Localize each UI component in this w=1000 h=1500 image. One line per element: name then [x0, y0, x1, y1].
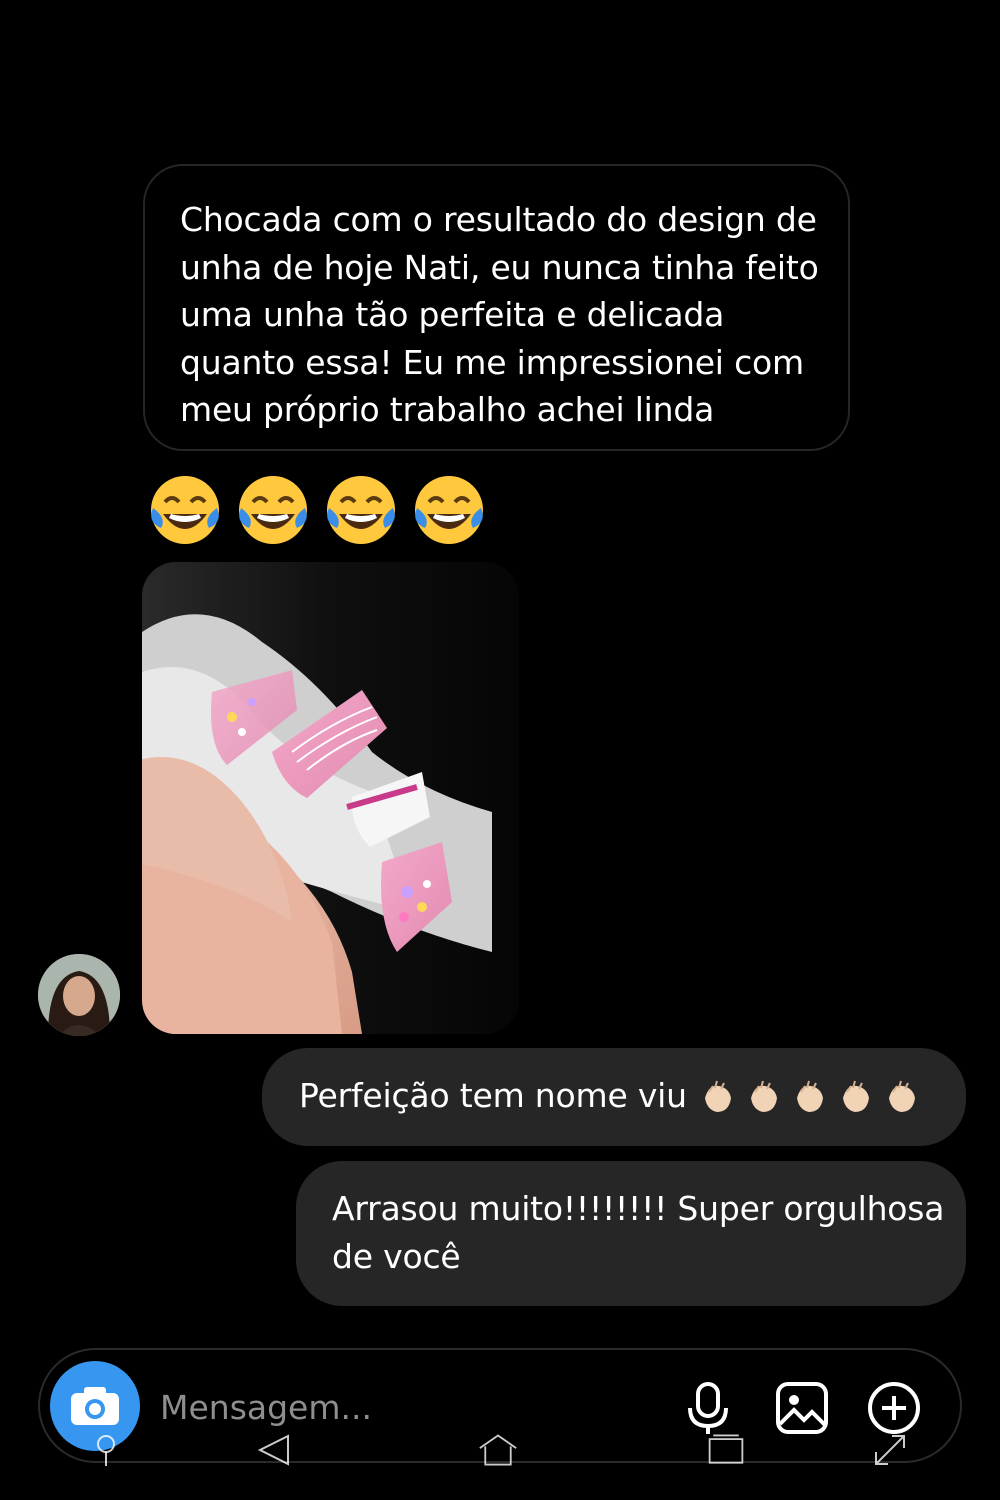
tears-of-joy-emoji-icon: [327, 476, 395, 544]
incoming-message-text: Chocada com o resultado do design de unh…: [180, 200, 819, 429]
incoming-emoji-message[interactable]: [143, 468, 491, 552]
expand-icon[interactable]: [870, 1430, 910, 1470]
back-icon[interactable]: [254, 1430, 294, 1470]
clapping-emojis: [699, 1078, 921, 1116]
clapping-hands-emoji-icon: [750, 1080, 777, 1112]
plus-icon[interactable]: [866, 1380, 922, 1436]
outgoing-message-bubble[interactable]: Arrasou muito!!!!!!!! Super orgulhosa de…: [296, 1161, 966, 1306]
home-icon[interactable]: [478, 1430, 518, 1470]
outgoing-message-text: Perfeição tem nome viu: [299, 1076, 687, 1115]
message-input[interactable]: Mensagem...: [160, 1388, 372, 1427]
gallery-icon[interactable]: [774, 1380, 830, 1436]
clapping-hands-emoji-icon: [796, 1080, 823, 1112]
tears-of-joy-emoji-icon: [239, 476, 307, 544]
outgoing-message-text: Arrasou muito!!!!!!!! Super orgulhosa de…: [332, 1189, 945, 1276]
clapping-hands-emoji-icon: [888, 1080, 915, 1112]
tears-of-joy-emoji-icon: [415, 476, 483, 544]
sender-avatar[interactable]: [38, 954, 120, 1036]
clapping-hands-emoji-icon: [842, 1080, 869, 1112]
clapping-hands-emoji-icon: [704, 1080, 731, 1112]
location-icon[interactable]: [88, 1430, 128, 1470]
incoming-message-bubble[interactable]: Chocada com o resultado do design de unh…: [143, 164, 850, 451]
camera-icon: [71, 1387, 119, 1425]
avatar-portrait-icon: [38, 954, 120, 1036]
nail-design-photo[interactable]: [142, 562, 519, 1034]
microphone-icon[interactable]: [680, 1380, 736, 1436]
outgoing-message-bubble[interactable]: Perfeição tem nome viu: [262, 1048, 966, 1146]
recents-icon[interactable]: [706, 1430, 746, 1470]
tears-of-joy-emoji-icon: [151, 476, 219, 544]
system-navigation-bar: [0, 1430, 1000, 1474]
nail-photo-illustration: [142, 562, 519, 1034]
